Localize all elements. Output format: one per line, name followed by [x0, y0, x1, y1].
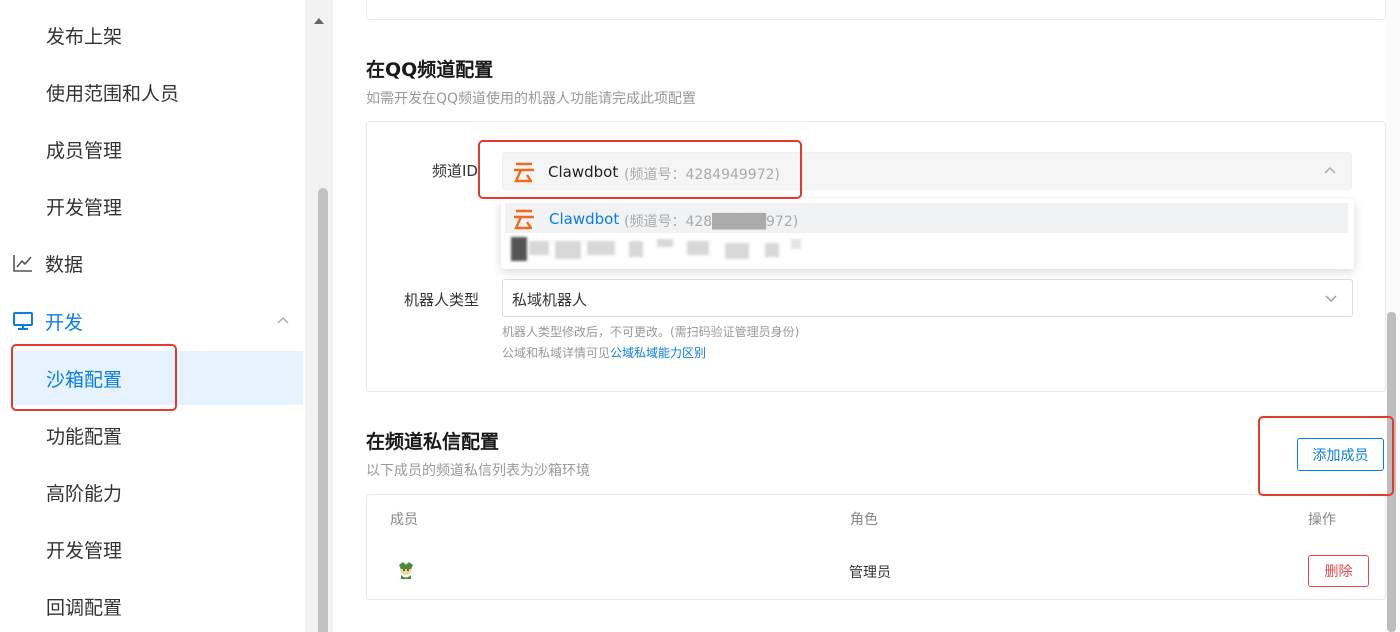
delete-member-button[interactable]: 删除: [1308, 555, 1369, 587]
public-private-diff-link[interactable]: 公域私域能力区别: [610, 346, 706, 360]
robot-type-select[interactable]: 私域机器人: [502, 279, 1353, 317]
previous-card: [366, 0, 1386, 20]
sidebar-item-publish[interactable]: 发布上架: [0, 8, 305, 62]
sidebar-scrollbar[interactable]: [305, 0, 333, 632]
chevron-down-icon: [1325, 295, 1337, 302]
sidebar-item-label: 发布上架: [46, 25, 123, 48]
main-scrollbar[interactable]: [1386, 0, 1400, 632]
robot-type-doc-hint: 公域和私域详情可见公域私域能力区别: [502, 344, 706, 361]
column-header-action: 操作: [1308, 512, 1336, 528]
channel-logo-icon: [514, 209, 534, 230]
add-member-button[interactable]: 添加成员: [1297, 438, 1384, 471]
sidebar-item-dev-management[interactable]: 开发管理: [0, 179, 305, 233]
column-header-role: 角色: [850, 512, 878, 528]
sidebar-group-develop[interactable]: 开发: [0, 294, 305, 348]
sidebar-item-label: 沙箱配置: [46, 368, 123, 391]
sidebar-item-features[interactable]: 功能配置: [0, 408, 305, 462]
robot-type-value: 私域机器人: [512, 291, 588, 309]
channel-logo-icon: [514, 162, 534, 183]
sidebar-item-dev-management-2[interactable]: 开发管理: [0, 522, 305, 576]
sidebar-item-label: 开发管理: [46, 196, 123, 219]
sidebar-item-sandbox[interactable]: 沙箱配置: [12, 351, 303, 405]
blurred-option[interactable]: [511, 237, 801, 261]
dropdown-option-name: Clawdbot: [549, 210, 620, 228]
channel-id-label: 频道ID: [432, 162, 478, 180]
sidebar-item-members[interactable]: 成员管理: [0, 122, 305, 176]
dm-config-title: 在频道私信配置: [366, 431, 500, 453]
doc-hint-prefix: 公域和私域详情可见: [502, 346, 611, 360]
selected-channel-name: Clawdbot: [548, 163, 619, 181]
sidebar-item-advanced[interactable]: 高阶能力: [0, 465, 305, 519]
sidebar-item-label: 成员管理: [46, 139, 123, 162]
scrollbar-thumb[interactable]: [318, 188, 328, 632]
column-header-member: 成员: [390, 512, 418, 528]
qq-channel-title: 在QQ频道配置: [366, 59, 494, 81]
monitor-icon: [13, 312, 33, 330]
dropdown-option-number: (频道号：428█████972): [624, 214, 799, 230]
sidebar-item-label: 开发: [45, 311, 84, 334]
robot-type-hint: 机器人类型修改后，不可更改。(需扫码验证管理员身份): [502, 325, 800, 339]
sidebar-item-label: 功能配置: [46, 425, 123, 448]
sidebar-item-label: 回调配置: [46, 596, 123, 619]
scroll-up-arrow-icon[interactable]: [314, 18, 324, 24]
sidebar-item-callback[interactable]: 回调配置: [0, 579, 305, 632]
avatar: [399, 562, 413, 579]
sidebar-item-label: 使用范围和人员: [46, 82, 180, 105]
dm-config-desc: 以下成员的频道私信列表为沙箱环境: [366, 463, 590, 479]
sidebar-item-label: 数据: [45, 253, 84, 276]
qq-channel-desc: 如需开发在QQ频道使用的机器人功能请完成此项配置: [366, 91, 697, 107]
sidebar: 发布上架 使用范围和人员 成员管理 开发管理 数据 开发 沙箱配置 功能配置 高…: [0, 0, 305, 632]
robot-type-label: 机器人类型: [404, 291, 480, 309]
sidebar-item-label: 高阶能力: [46, 482, 123, 505]
chevron-up-icon: [1324, 167, 1336, 174]
chevron-up-icon[interactable]: [276, 314, 290, 328]
selected-channel-number: (频道号：4284949972): [624, 167, 780, 183]
scrollbar-thumb[interactable]: [1387, 312, 1396, 632]
channel-dropdown: [501, 199, 1354, 269]
chart-icon: [13, 255, 32, 272]
sidebar-item-label: 开发管理: [46, 539, 123, 562]
member-role: 管理员: [849, 565, 891, 581]
sidebar-item-scope[interactable]: 使用范围和人员: [0, 65, 305, 119]
sidebar-group-data[interactable]: 数据: [0, 236, 305, 290]
